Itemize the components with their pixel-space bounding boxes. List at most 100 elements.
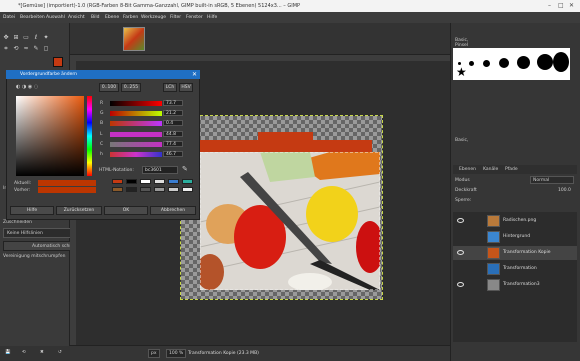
html-notation-field[interactable]: bc3601 [142, 166, 178, 174]
menu-ansicht[interactable]: Ansicht [68, 15, 85, 20]
layer-thumbnail [487, 279, 500, 291]
layer-row[interactable]: Hintergrund [453, 230, 577, 244]
channel-slider[interactable] [110, 101, 162, 106]
tab-channels[interactable]: Kanäle [483, 167, 498, 172]
history-swatch[interactable] [154, 179, 165, 184]
history-swatch[interactable] [112, 179, 123, 184]
menu-hilfe[interactable]: Hilfe [207, 15, 217, 20]
unit-select[interactable]: px [148, 349, 160, 358]
paint-tool-icon[interactable]: ✎ [32, 45, 40, 53]
help-button[interactable]: Hilfe [10, 206, 54, 215]
layer-name: Transformation [503, 266, 537, 271]
maximize-icon[interactable]: □ [558, 2, 564, 9]
crop-tool-icon[interactable]: ⌗ [2, 45, 10, 53]
menu-bearbeiten[interactable]: Bearbeiten [20, 15, 45, 20]
hue-slider[interactable] [87, 96, 92, 176]
history-swatch[interactable] [126, 187, 137, 192]
menu-ebene[interactable]: Ebene [105, 15, 119, 20]
history-swatch[interactable] [168, 187, 179, 192]
brush-3[interactable] [483, 60, 490, 67]
channel-slider[interactable] [110, 111, 162, 116]
history-swatch[interactable] [182, 179, 193, 184]
brush-5[interactable] [517, 56, 530, 69]
history-swatch[interactable] [112, 187, 123, 192]
eye-icon[interactable] [457, 250, 464, 255]
current-label: Aktuell: [14, 181, 32, 186]
reset-options-icon[interactable]: ↺ [58, 350, 62, 355]
history-swatch[interactable] [168, 179, 179, 184]
layer-row[interactable]: Transformation3 [453, 278, 577, 292]
layer-row-active[interactable]: Transformation Kopie [453, 246, 577, 260]
transform-tool-icon[interactable]: ⟲ [12, 45, 20, 53]
layer-name: Transformation Kopie [503, 250, 551, 255]
channel-value[interactable]: 77.4 [163, 141, 183, 147]
history-swatch[interactable] [140, 179, 151, 184]
menu-bild[interactable]: Bild [91, 15, 99, 20]
fuzzy-select-icon[interactable]: ✦ [42, 34, 50, 42]
save-options-icon[interactable]: 💾 [5, 350, 11, 355]
eye-icon[interactable] [457, 218, 464, 223]
history-swatch[interactable] [126, 179, 137, 184]
image-tab-thumbnail[interactable] [123, 27, 145, 51]
channel-slider[interactable] [110, 132, 162, 137]
history-swatch[interactable] [154, 187, 165, 192]
zoom-select[interactable]: 100 % [166, 349, 187, 358]
mode-select[interactable]: Normal [530, 176, 574, 184]
channel-slider[interactable] [110, 142, 162, 147]
brush-4[interactable] [499, 58, 509, 68]
shrink-merged-checkbox[interactable]: Vereinigung mitschrumpfen [3, 254, 65, 259]
layer-thumbnail [487, 231, 500, 243]
align-tool-icon[interactable]: ⊞ [12, 34, 20, 42]
layer-row[interactable]: Transformation [453, 262, 577, 276]
brush-star-icon[interactable]: ★ [456, 65, 467, 79]
eraser-tool-icon[interactable]: ◻ [42, 45, 50, 53]
cancel-button[interactable]: Abbrechen [150, 206, 196, 215]
lch-button[interactable]: LCh [163, 83, 177, 92]
brush-grid[interactable]: ★ [453, 48, 570, 80]
delete-options-icon[interactable]: ✖ [40, 350, 44, 355]
tab-layers[interactable]: Ebenen [459, 167, 476, 172]
history-swatch[interactable] [182, 187, 193, 192]
menu-auswahl[interactable]: Auswahl [46, 15, 65, 20]
brush-2[interactable] [469, 61, 474, 66]
eyedropper-icon[interactable]: ✎ [182, 165, 188, 173]
opacity-label: Deckkraft [455, 188, 477, 193]
dialog-title: Vordergrundfarbe ändern [20, 72, 78, 77]
hsv-button[interactable]: HSV [179, 83, 193, 92]
menu-fenster[interactable]: Fenster [186, 15, 203, 20]
history-swatch[interactable] [140, 187, 151, 192]
layer-row[interactable]: Radischen.png [453, 214, 577, 228]
channel-value[interactable]: 0.4 [163, 120, 183, 126]
channel-slider[interactable] [110, 121, 162, 126]
ok-button[interactable]: OK [104, 206, 148, 215]
warp-tool-icon[interactable]: ≈ [22, 45, 30, 53]
close-icon[interactable]: ✕ [192, 71, 197, 78]
channel-value[interactable]: 73.7 [163, 100, 183, 106]
move-tool-icon[interactable]: ✥ [2, 34, 10, 42]
close-icon[interactable]: ✕ [569, 2, 574, 9]
foreground-color-swatch[interactable] [53, 57, 63, 67]
channel-value[interactable]: 21.2 [163, 110, 183, 116]
color-mode-icons[interactable]: ◐ ◑ ◉ ◌ [16, 84, 38, 90]
opacity-value[interactable]: 100.0 [558, 188, 571, 193]
rect-select-icon[interactable]: ▭ [22, 34, 30, 42]
restore-options-icon[interactable]: ⟲ [22, 350, 26, 355]
channel-slider[interactable] [110, 152, 162, 157]
menu-datei[interactable]: Datei [3, 15, 15, 20]
menu-filter[interactable]: Filter [170, 15, 181, 20]
channel-value[interactable]: 46.7 [163, 151, 183, 157]
tab-paths[interactable]: Pfade [505, 167, 518, 172]
lock-label: Sperre: [455, 198, 472, 203]
range-100-button[interactable]: 0..100 [99, 83, 119, 92]
eye-icon[interactable] [457, 282, 464, 287]
brush-6[interactable] [537, 54, 553, 70]
range-255-button[interactable]: 0..255 [121, 83, 141, 92]
lasso-icon[interactable]: ℓ [32, 34, 40, 42]
minimize-icon[interactable]: – [548, 2, 551, 9]
menu-farben[interactable]: Farben [123, 15, 138, 20]
channel-value[interactable]: 44.8 [163, 131, 183, 137]
brush-7[interactable] [553, 52, 569, 72]
reset-button[interactable]: Zurücksetzen [56, 206, 102, 215]
saturation-value-picker[interactable] [16, 96, 84, 176]
menu-werkzeuge[interactable]: Werkzeuge [141, 15, 166, 20]
